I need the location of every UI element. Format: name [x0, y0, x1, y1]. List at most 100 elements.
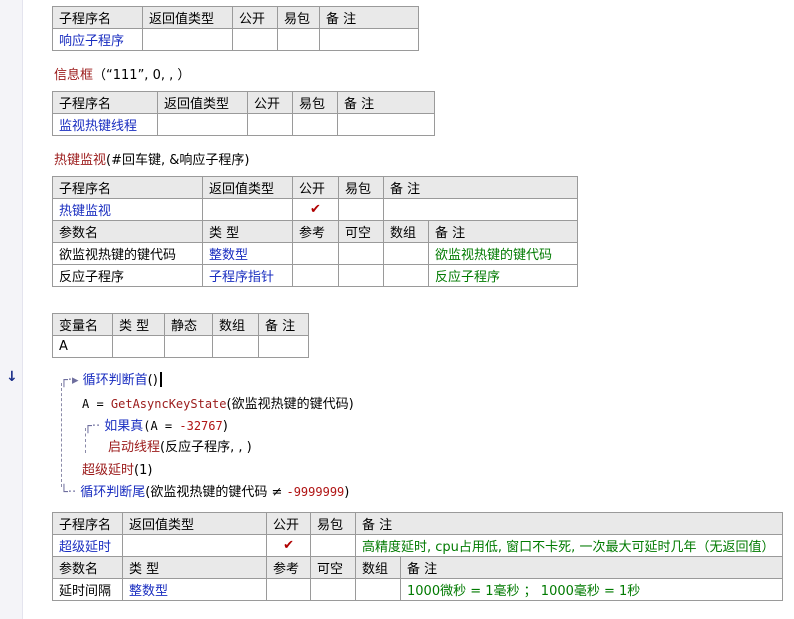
- param-note-cell[interactable]: 欲监视热键的键代码: [427, 242, 579, 265]
- loop-guide-line: [61, 383, 62, 487]
- func-name: 热键监视: [54, 153, 107, 168]
- var-array-cell[interactable]: [212, 335, 259, 358]
- subroutine-table-monitor-thread: 子程序名 返回值类型 公开 易包 备 注 监视热键线程: [52, 91, 435, 136]
- param-ref-cell[interactable]: [266, 578, 312, 601]
- func-args: (#回车键, &响应子程序): [106, 153, 250, 168]
- header-param-note: 备 注: [427, 220, 579, 243]
- public-cell[interactable]: [247, 113, 293, 136]
- param-name-cell[interactable]: 欲监视热键的键代码: [52, 242, 203, 265]
- header-param-type: 类 型: [202, 220, 293, 243]
- note-cell[interactable]: [382, 198, 579, 221]
- header-easy-package: 易包: [310, 512, 357, 535]
- header-var-name: 变量名: [52, 313, 113, 336]
- var-type-cell[interactable]: [112, 335, 165, 358]
- header-param-nullable: 可空: [338, 220, 384, 243]
- local-variable-table: 变量名 类 型 静态 数组 备 注 A: [52, 313, 309, 358]
- header-param-array: 数组: [383, 220, 429, 243]
- header-subroutine-name: 子程序名: [52, 91, 158, 114]
- loop-start-keyword: 循环判断首: [82, 373, 148, 388]
- easy-package-cell[interactable]: [310, 534, 357, 557]
- header-param-type: 类 型: [121, 556, 268, 579]
- func-name: 信息框: [54, 68, 94, 83]
- public-check-icon[interactable]: ✔: [266, 534, 312, 557]
- public-cell[interactable]: [232, 28, 278, 51]
- easy-package-cell[interactable]: [277, 28, 320, 51]
- header-public: 公开: [266, 512, 312, 535]
- subroutine-table-hotkey-monitor: 子程序名 返回值类型 公开 易包 备 注 热键监视 ✔ 参数名 类 型 参考 可…: [52, 176, 579, 287]
- header-easy-package: 易包: [338, 176, 384, 199]
- note-cell[interactable]: [319, 28, 419, 51]
- subroutine-table-response: 子程序名 返回值类型 公开 易包 备 注 响应子程序: [52, 6, 419, 51]
- header-param-note: 备 注: [400, 556, 784, 579]
- param-name-cell[interactable]: 延时间隔: [52, 578, 123, 601]
- header-return-type: 返回值类型: [142, 6, 233, 29]
- code-line-start-thread[interactable]: 启动线程(反应子程序, , ): [108, 436, 252, 455]
- header-public: 公开: [247, 91, 293, 114]
- start-thread-func: 启动线程: [108, 440, 161, 455]
- api-function-name: GetAsyncKeyState: [110, 397, 227, 411]
- return-type-cell[interactable]: [157, 113, 248, 136]
- line-gutter: [0, 0, 23, 619]
- header-var-type: 类 型: [112, 313, 165, 336]
- param-row: 延时间隔 整数型 1000微秒 = 1毫秒 ； 1000毫秒 = 1秒: [52, 578, 784, 601]
- header-param-ref: 参考: [292, 220, 339, 243]
- code-line-super-delay[interactable]: 超级延时(1): [82, 459, 152, 478]
- if-true-keyword: 如果真: [104, 419, 144, 434]
- subroutine-name-cell[interactable]: 热键监视: [52, 198, 203, 221]
- execution-arrow-icon: ↓: [6, 369, 18, 385]
- header-return-type: 返回值类型: [202, 176, 293, 199]
- param-nullable-cell[interactable]: [338, 242, 384, 265]
- subroutine-name-cell[interactable]: 响应子程序: [52, 28, 143, 51]
- easy-package-cell[interactable]: [292, 113, 338, 136]
- header-public: 公开: [232, 6, 278, 29]
- var-name-cell[interactable]: A: [52, 335, 113, 358]
- header-return-type: 返回值类型: [121, 512, 268, 535]
- param-nullable-cell[interactable]: [338, 264, 384, 287]
- param-row: 欲监视热键的键代码 整数型 欲监视热键的键代码: [52, 242, 579, 265]
- loop-end-keyword: 循环判断尾: [80, 485, 146, 500]
- header-subroutine-name: 子程序名: [52, 6, 143, 29]
- param-type-cell[interactable]: 整数型: [121, 578, 268, 601]
- header-note: 备 注: [337, 91, 435, 114]
- note-cell[interactable]: 高精度延时, cpu占用低, 窗口不卡死, 一次最大可延时几年（无返回值）: [355, 534, 784, 557]
- code-line-loop-start[interactable]: ┌·▸ 循环判断首(): [60, 369, 162, 388]
- param-name-cell[interactable]: 反应子程序: [52, 264, 203, 287]
- note-cell[interactable]: [337, 113, 435, 136]
- param-ref-cell[interactable]: [292, 242, 339, 265]
- return-type-cell[interactable]: [142, 28, 233, 51]
- code-line-if-true[interactable]: ┌·· 如果真(A = -32767): [84, 415, 228, 434]
- subroutine-name-cell[interactable]: 监视热键线程: [52, 113, 158, 136]
- header-param-nullable: 可空: [310, 556, 357, 579]
- func-args: （“111”, 0, , ）: [93, 68, 191, 83]
- subroutine-name-cell[interactable]: 超级延时: [52, 534, 123, 557]
- header-easy-package: 易包: [292, 91, 338, 114]
- return-type-cell[interactable]: [121, 534, 268, 557]
- subroutine-table-super-delay: 子程序名 返回值类型 公开 易包 备 注 超级延时 ✔ 高精度延时, cpu占用…: [52, 512, 784, 601]
- header-easy-package: 易包: [277, 6, 320, 29]
- code-line-msgbox[interactable]: 信息框（“111”, 0, , ）: [54, 64, 190, 83]
- param-array-cell[interactable]: [383, 242, 429, 265]
- header-param-array: 数组: [355, 556, 402, 579]
- var-static-cell[interactable]: [164, 335, 213, 358]
- header-var-static: 静态: [164, 313, 213, 336]
- param-array-cell[interactable]: [383, 264, 429, 287]
- code-line-loop-end[interactable]: └·· 循环判断尾(欲监视热键的键代码 ≠ -9999999): [60, 481, 349, 500]
- text-cursor: [159, 372, 162, 387]
- return-type-cell[interactable]: [202, 198, 293, 221]
- code-line-hotkey-call[interactable]: 热键监视(#回车键, &响应子程序): [54, 149, 249, 168]
- param-nullable-cell[interactable]: [310, 578, 357, 601]
- param-ref-cell[interactable]: [292, 264, 339, 287]
- param-note-cell[interactable]: 反应子程序: [427, 264, 579, 287]
- code-line-getkeystate[interactable]: A = GetAsyncKeyState(欲监视热键的键代码): [82, 393, 354, 412]
- var-note-cell[interactable]: [258, 335, 309, 358]
- header-var-note: 备 注: [258, 313, 309, 336]
- easy-package-cell[interactable]: [338, 198, 384, 221]
- param-type-cell[interactable]: 子程序指针: [202, 264, 293, 287]
- header-var-array: 数组: [212, 313, 259, 336]
- param-type-cell[interactable]: 整数型: [202, 242, 293, 265]
- public-check-icon[interactable]: ✔: [292, 198, 339, 221]
- header-param-ref: 参考: [266, 556, 312, 579]
- super-delay-func: 超级延时: [82, 463, 135, 478]
- param-array-cell[interactable]: [355, 578, 402, 601]
- param-note-cell[interactable]: 1000微秒 = 1毫秒 ； 1000毫秒 = 1秒: [400, 578, 784, 601]
